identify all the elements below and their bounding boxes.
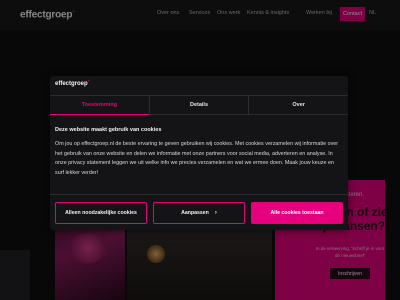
dialog-logo-text: effectgroep bbox=[55, 81, 88, 87]
tab-toestemming[interactable]: Toestemming bbox=[50, 96, 150, 115]
cookie-consent-dialog: effectgroep+ Toestemming Details Over De… bbox=[50, 76, 348, 230]
tab-details[interactable]: Details bbox=[150, 96, 250, 114]
accept-all-cookies-button[interactable]: Alle cookies toestaan bbox=[251, 201, 343, 224]
accept-all-label: Alle cookies toestaan bbox=[270, 209, 324, 216]
customize-button[interactable]: Aanpassen › bbox=[153, 201, 245, 224]
tab-over[interactable]: Over bbox=[249, 96, 348, 114]
customize-label: Aanpassen bbox=[181, 209, 209, 216]
dialog-heading: Deze website maakt gebruik van cookies bbox=[55, 127, 162, 133]
necessary-cookies-button[interactable]: Alleen noodzakelijke cookies bbox=[55, 201, 147, 224]
dialog-button-row: Alleen noodzakelijke cookies Aanpassen ›… bbox=[50, 194, 348, 230]
consent-tabs: Toestemming Details Over bbox=[50, 95, 348, 115]
dialog-logo: effectgroep+ bbox=[55, 79, 90, 87]
chevron-right-icon: › bbox=[214, 209, 217, 216]
dialog-body-text: Om jou op effectgroep.nl de beste ervari… bbox=[55, 141, 339, 176]
necessary-cookies-label: Alleen noodzakelijke cookies bbox=[65, 209, 137, 216]
dialog-logo-mark: + bbox=[87, 79, 90, 83]
